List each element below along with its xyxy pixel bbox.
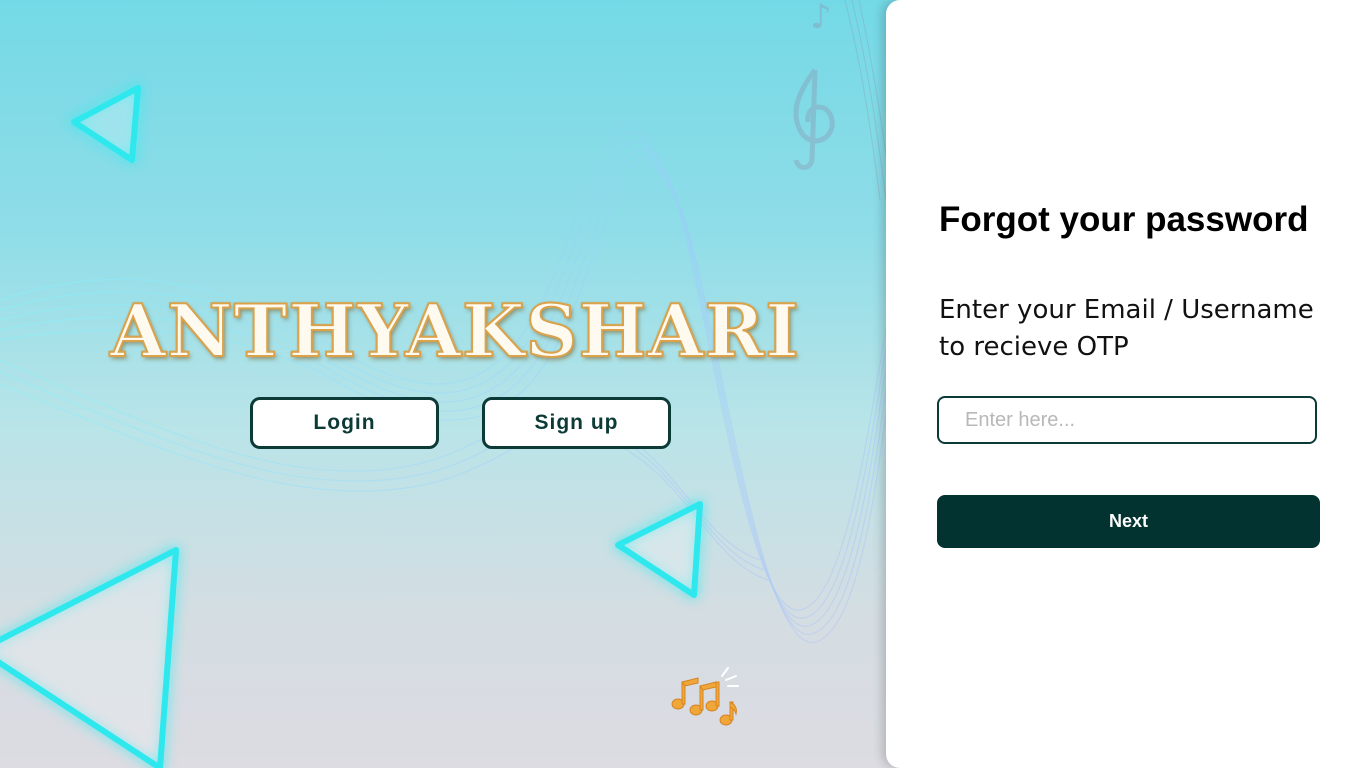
app-logo-title: ANTHYAKSHARI [109,287,800,374]
play-triangle-icon [615,501,703,598]
background-art: ♪ [0,0,900,768]
play-triangle-icon [71,85,141,163]
email-username-input[interactable] [937,396,1317,444]
next-button[interactable]: Next [937,495,1320,548]
hero-button-group: Login Sign up [250,397,671,449]
eighth-note-glyph: ♪ [810,0,832,37]
signup-button[interactable]: Sign up [482,397,671,449]
treble-clef-icon [793,68,835,170]
sound-wave-graphic [0,122,900,643]
sound-wave-graphic [844,0,893,201]
forgot-password-panel: Forgot your password Enter your Email / … [886,0,1366,768]
forgot-password-title: Forgot your password [939,200,1309,239]
play-triangle-icon [0,547,179,768]
page: ♪ ANTHYAKSHARI Login Sign up Forgot your… [0,0,1366,768]
forgot-password-instruction: Enter your Email / Username to recieve O… [939,295,1314,362]
login-button[interactable]: Login [250,397,439,449]
music-notes-icon [671,667,739,726]
